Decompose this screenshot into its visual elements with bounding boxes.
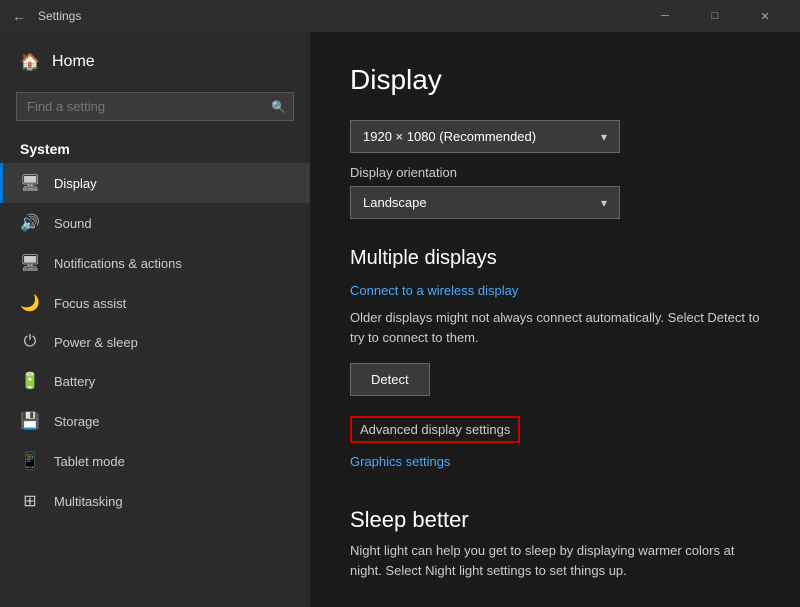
sidebar-item-power[interactable]: ⏻ Power & sleep (0, 323, 310, 361)
content-area: 🏠 Home 🔍 System 🖥 Display 🔊 Sound 🖥 Noti… (0, 32, 800, 607)
multiple-displays-title: Multiple displays (350, 247, 760, 270)
close-button[interactable]: ✕ (742, 0, 788, 32)
sidebar-item-battery[interactable]: 🔋 Battery (0, 361, 310, 401)
tablet-icon: 📱 (20, 451, 40, 471)
display-icon: 🖥 (20, 173, 40, 193)
search-icon: 🔍 (271, 100, 286, 114)
sidebar-item-label: Storage (54, 414, 100, 429)
sleep-title: Sleep better (350, 507, 760, 533)
storage-icon: 💾 (20, 411, 40, 431)
sidebar-item-label: Tablet mode (54, 454, 125, 469)
orientation-label: Display orientation (350, 165, 760, 180)
older-displays-description: Older displays might not always connect … (350, 308, 760, 347)
multitasking-icon: ⊞ (20, 491, 40, 511)
search-container: 🔍 (16, 92, 294, 121)
titlebar: ← Settings ─ □ ✕ (0, 0, 800, 32)
focus-icon: 🌙 (20, 293, 40, 313)
resolution-value: 1920 × 1080 (Recommended) (363, 129, 536, 144)
sidebar-home-label: Home (52, 53, 95, 71)
chevron-down-icon: ▾ (601, 196, 607, 210)
notifications-icon: 🖥 (20, 253, 40, 273)
graphics-settings-link[interactable]: Graphics settings (350, 454, 450, 469)
battery-icon: 🔋 (20, 371, 40, 391)
detect-button[interactable]: Detect (350, 363, 430, 396)
sound-icon: 🔊 (20, 213, 40, 233)
search-input[interactable] (16, 92, 294, 121)
titlebar-title: Settings (38, 9, 81, 23)
chevron-down-icon: ▾ (601, 130, 607, 144)
advanced-display-settings-link[interactable]: Advanced display settings (350, 416, 520, 443)
window-controls: ─ □ ✕ (642, 0, 788, 32)
back-button[interactable]: ← (12, 8, 26, 24)
wireless-display-link[interactable]: Connect to a wireless display (350, 283, 518, 298)
sidebar-item-focus[interactable]: 🌙 Focus assist (0, 283, 310, 323)
sidebar-item-label: Battery (54, 374, 95, 389)
sidebar-item-sound[interactable]: 🔊 Sound (0, 203, 310, 243)
orientation-value: Landscape (363, 195, 427, 210)
home-icon: 🏠 (20, 52, 40, 72)
main-panel: Display 1920 × 1080 (Recommended) ▾ Disp… (310, 32, 800, 607)
sidebar-item-label: Notifications & actions (54, 256, 182, 271)
resolution-dropdown[interactable]: 1920 × 1080 (Recommended) ▾ (350, 120, 620, 153)
sidebar-item-tablet[interactable]: 📱 Tablet mode (0, 441, 310, 481)
power-icon: ⏻ (20, 333, 40, 351)
sidebar-item-label: Power & sleep (54, 335, 138, 350)
sidebar-item-label: Sound (54, 216, 92, 231)
sidebar-item-storage[interactable]: 💾 Storage (0, 401, 310, 441)
page-title: Display (350, 64, 760, 96)
maximize-button[interactable]: □ (692, 0, 738, 32)
sidebar-item-notifications[interactable]: 🖥 Notifications & actions (0, 243, 310, 283)
sidebar-item-home[interactable]: 🏠 Home (0, 40, 310, 84)
sidebar: 🏠 Home 🔍 System 🖥 Display 🔊 Sound 🖥 Noti… (0, 32, 310, 607)
sidebar-item-label: Focus assist (54, 296, 126, 311)
sidebar-item-label: Display (54, 176, 97, 191)
sleep-description: Night light can help you get to sleep by… (350, 541, 760, 580)
sidebar-item-label: Multitasking (54, 494, 123, 509)
orientation-dropdown-wrapper: Display orientation Landscape ▾ (350, 165, 760, 219)
sidebar-section-title: System (0, 129, 310, 163)
minimize-button[interactable]: ─ (642, 0, 688, 32)
sidebar-item-multitasking[interactable]: ⊞ Multitasking (0, 481, 310, 521)
orientation-dropdown[interactable]: Landscape ▾ (350, 186, 620, 219)
resolution-dropdown-wrapper: 1920 × 1080 (Recommended) ▾ (350, 120, 760, 153)
sidebar-item-display[interactable]: 🖥 Display (0, 163, 310, 203)
